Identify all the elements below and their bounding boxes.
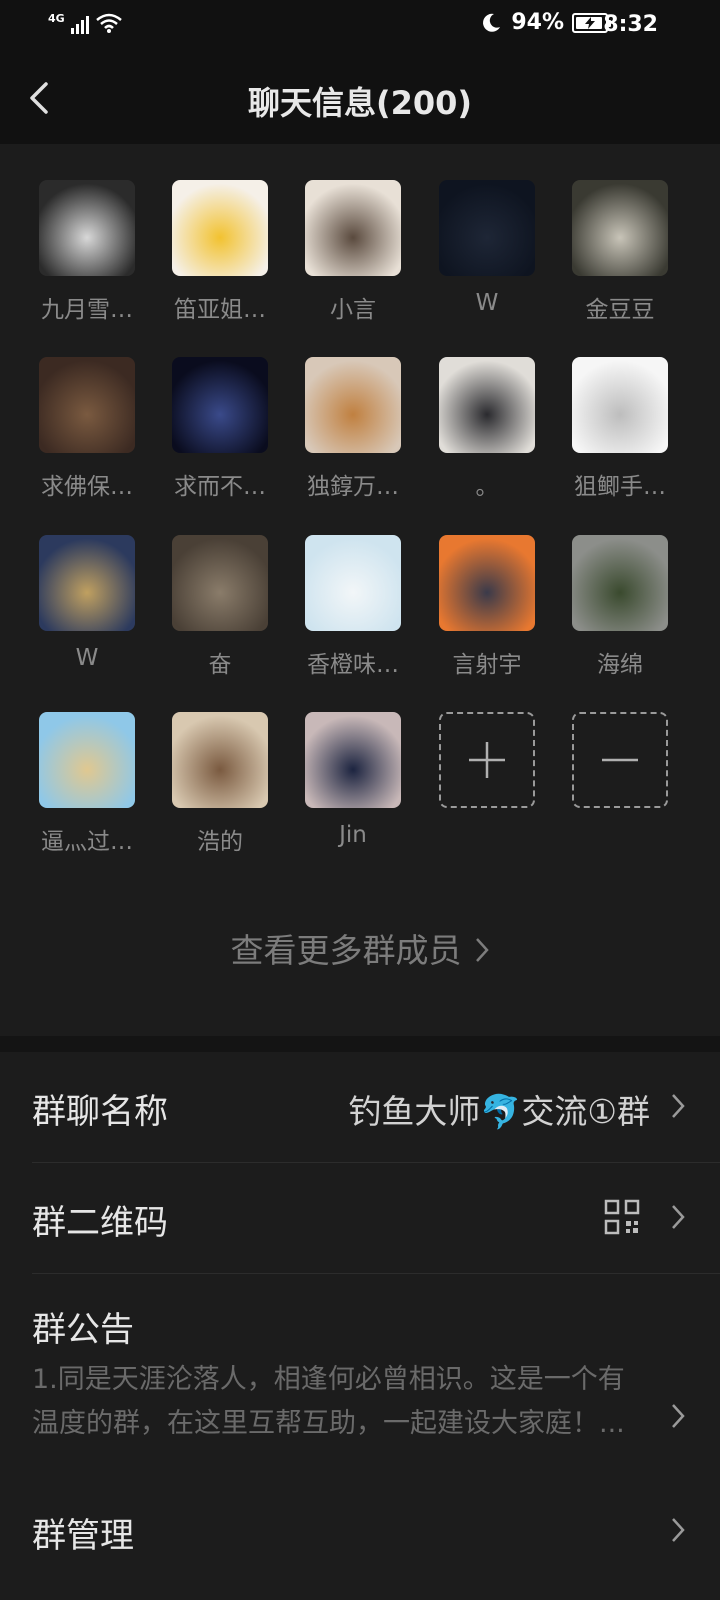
group-manage-row[interactable]: 群管理 xyxy=(32,1492,720,1592)
member-name: 奋 xyxy=(208,652,232,678)
page-title: 聊天信息(200) xyxy=(247,84,473,122)
plus-icon xyxy=(469,742,505,778)
member-item[interactable]: 小言 xyxy=(290,180,416,324)
section-divider xyxy=(0,1036,720,1052)
charging-bolt-icon xyxy=(585,16,595,29)
view-more-members-link[interactable]: 查看更多群成员 xyxy=(0,924,720,972)
group-manage-label: 群管理 xyxy=(32,1516,134,1556)
member-grid: 查看更多群成员 九月雪… 笛亚姐… 小言 W 金豆豆求佛保… 求而不… 独錞万… 。 狙鲫手… W… xyxy=(0,144,720,1036)
member-avatar[interactable] xyxy=(572,180,668,276)
chevron-right-icon xyxy=(670,1092,686,1124)
member-name: 海绵 xyxy=(597,652,643,678)
chevron-right-icon xyxy=(670,1516,686,1548)
qr-code-row[interactable]: 群二维码 xyxy=(32,1163,720,1273)
chevron-right-icon xyxy=(474,933,490,972)
member-avatar[interactable] xyxy=(172,357,268,453)
member-name: 独錞万… xyxy=(307,474,399,500)
moon-icon xyxy=(483,13,501,32)
member-item[interactable]: W xyxy=(424,180,550,316)
member-avatar[interactable] xyxy=(305,357,401,453)
member-item[interactable]: 狙鲫手… xyxy=(557,357,683,501)
group-notice-label: 群公告 xyxy=(32,1310,134,1350)
member-avatar[interactable] xyxy=(439,535,535,631)
member-item[interactable]: 笛亚姐… xyxy=(157,180,283,324)
member-name: 笛亚姐… xyxy=(174,297,266,323)
view-more-members-label: 查看更多群成员 xyxy=(230,931,462,970)
member-avatar[interactable] xyxy=(172,712,268,808)
status-right: 94% xyxy=(479,10,611,35)
member-item[interactable]: 独錞万… xyxy=(290,357,416,501)
add-member-button[interactable] xyxy=(424,712,550,808)
network-type: 4G xyxy=(48,12,65,25)
member-name: 九月雪… xyxy=(41,297,133,323)
status-left: 4G xyxy=(48,12,123,34)
member-avatar[interactable] xyxy=(39,535,135,631)
wifi-icon xyxy=(95,13,122,33)
member-avatar[interactable] xyxy=(39,180,135,276)
qr-code-icon xyxy=(604,1199,640,1239)
battery-percent: 94% xyxy=(511,10,564,35)
group-name-label: 群聊名称 xyxy=(32,1092,168,1132)
member-name: 言射宇 xyxy=(452,652,522,678)
member-name: 金豆豆 xyxy=(585,297,655,323)
member-item[interactable]: 言射宇 xyxy=(424,535,550,679)
member-item[interactable]: W xyxy=(24,535,150,671)
qr-code-label: 群二维码 xyxy=(32,1203,168,1243)
member-item[interactable]: 求佛保… xyxy=(24,357,150,501)
member-name: 浩的 xyxy=(197,829,243,855)
member-item[interactable]: 奋 xyxy=(157,535,283,679)
member-name: 逼灬过… xyxy=(41,829,133,855)
member-avatar[interactable] xyxy=(572,357,668,453)
member-item[interactable]: 。 xyxy=(424,357,550,501)
group-notice-text: 1.同是天涯沦落人，相逢何必曾相识。这是一个有温度的群，在这里互帮互助，一起建设… xyxy=(32,1364,625,1439)
member-avatar[interactable] xyxy=(172,180,268,276)
group-notice-row[interactable]: 群公告 1.同是天涯沦落人，相逢何必曾相识。这是一个有温度的群，在这里互帮互助，… xyxy=(32,1274,720,1474)
member-avatar[interactable] xyxy=(39,357,135,453)
member-avatar[interactable] xyxy=(572,535,668,631)
settings-list: 群聊名称 钓鱼大师🐬交流①群 群二维码 群公告 1.同是天涯沦落人，相逢何必曾相… xyxy=(0,1052,720,1600)
member-item[interactable]: 金豆豆 xyxy=(557,180,683,324)
group-name-value: 钓鱼大师🐬交流①群 xyxy=(348,1092,650,1131)
minus-icon xyxy=(602,758,638,762)
member-avatar[interactable] xyxy=(305,180,401,276)
member-name: Jin xyxy=(339,822,367,848)
member-item[interactable]: 香橙味… xyxy=(290,535,416,679)
member-item[interactable]: 九月雪… xyxy=(24,180,150,324)
chevron-right-icon xyxy=(670,1402,686,1434)
chevron-right-icon xyxy=(670,1203,686,1235)
remove-member-box[interactable] xyxy=(572,712,668,808)
member-item[interactable]: 浩的 xyxy=(157,712,283,856)
member-name: 求而不… xyxy=(174,474,266,500)
status-bar: 4G 94% 8:32 xyxy=(0,0,720,50)
member-item[interactable]: Jin xyxy=(290,712,416,848)
member-name: 香橙味… xyxy=(307,652,399,678)
member-name: W xyxy=(75,645,99,671)
nav-bar: 聊天信息(200) xyxy=(0,50,720,144)
member-avatar[interactable] xyxy=(172,535,268,631)
remove-member-button[interactable] xyxy=(557,712,683,808)
member-name: W xyxy=(475,290,499,316)
clock: 8:32 xyxy=(603,12,658,37)
member-avatar[interactable] xyxy=(305,712,401,808)
member-avatar[interactable] xyxy=(439,180,535,276)
member-name: 狙鲫手… xyxy=(574,474,666,500)
add-member-box[interactable] xyxy=(439,712,535,808)
member-item[interactable]: 求而不… xyxy=(157,357,283,501)
member-item[interactable]: 海绵 xyxy=(557,535,683,679)
member-avatar[interactable] xyxy=(439,357,535,453)
signal-icon xyxy=(70,14,89,34)
member-avatar[interactable] xyxy=(39,712,135,808)
member-item[interactable]: 逼灬过… xyxy=(24,712,150,856)
group-name-row[interactable]: 群聊名称 钓鱼大师🐬交流①群 xyxy=(32,1052,720,1162)
member-name: 。 xyxy=(475,474,499,500)
member-name: 小言 xyxy=(330,297,376,323)
member-name: 求佛保… xyxy=(41,474,133,500)
member-avatar[interactable] xyxy=(305,535,401,631)
